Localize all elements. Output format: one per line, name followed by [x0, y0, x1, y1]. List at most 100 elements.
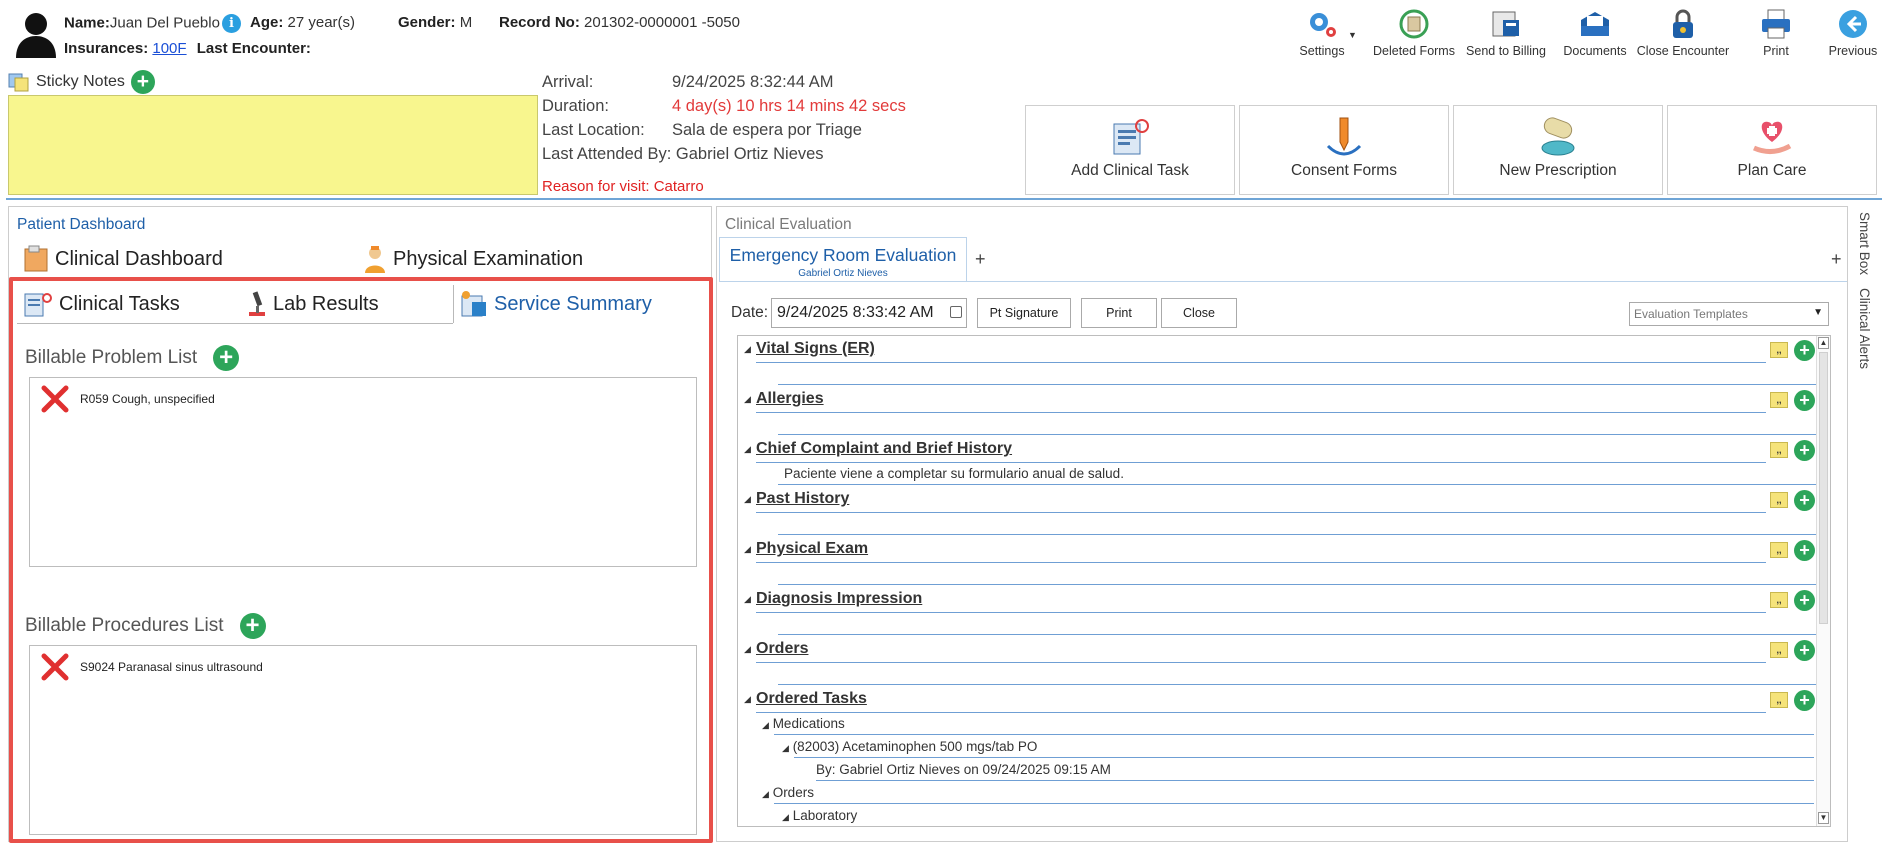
tab-physical-examination[interactable]: Physical Examination — [363, 245, 583, 273]
add-section-item-button[interactable]: + — [1794, 640, 1815, 661]
add-section-item-button[interactable]: + — [1794, 390, 1815, 411]
collapse-triangle-icon[interactable]: ◢ — [744, 344, 751, 355]
pen-icon — [1326, 117, 1362, 156]
add-section-item-button[interactable]: + — [1794, 490, 1815, 511]
add-procedure-button[interactable]: + — [239, 613, 266, 639]
add-clinical-task-label: Add Clinical Task — [1071, 162, 1189, 179]
note-icon[interactable]: ,, — [1770, 342, 1788, 358]
settings-label: Settings — [1299, 44, 1345, 58]
add-problem-button[interactable]: + — [213, 345, 240, 371]
note-icon[interactable]: ,, — [1770, 642, 1788, 658]
note-icon[interactable]: ,, — [1770, 592, 1788, 608]
clinical-alerts-tab[interactable]: Clinical Alerts — [1857, 288, 1872, 369]
settings-dropdown-icon[interactable]: ▼ — [1348, 30, 1357, 40]
add-clinical-task-button[interactable]: Add Clinical Task — [1025, 105, 1235, 195]
section-vital-signs[interactable]: ◢ Vital Signs (ER) ,, + — [744, 340, 1818, 386]
section-title[interactable]: Chief Complaint and Brief History — [756, 440, 1012, 458]
section-underline — [756, 712, 1766, 713]
reason-for-visit: Reason for visit: Catarro — [542, 178, 704, 195]
problem-item-text: R059 Cough, unspecified — [80, 392, 215, 406]
date-field[interactable]: 9/24/2025 8:33:42 AM — [771, 298, 967, 328]
scrollbar-thumb[interactable] — [1819, 352, 1828, 624]
tab-clinical-dashboard[interactable]: Clinical Dashboard — [23, 245, 223, 273]
note-icon[interactable]: ,, — [1770, 442, 1788, 458]
pt-signature-button[interactable]: Pt Signature — [977, 298, 1071, 328]
collapse-triangle-icon[interactable]: ◢ — [744, 494, 751, 505]
section-title[interactable]: Orders — [756, 640, 808, 658]
collapse-triangle-icon[interactable]: ◢ — [744, 644, 751, 655]
add-section-item-button[interactable]: + — [1794, 340, 1815, 361]
close-encounter-button[interactable]: Close Encounter — [1628, 8, 1738, 58]
send-to-billing-button[interactable]: Send to Billing — [1456, 8, 1556, 58]
info-icon[interactable]: i — [221, 14, 241, 33]
section-title[interactable]: Past History — [756, 490, 849, 508]
new-prescription-button[interactable]: New Prescription — [1453, 105, 1663, 195]
consent-forms-button[interactable]: Consent Forms — [1239, 105, 1449, 195]
subtab-clinical-tasks[interactable]: Clinical Tasks — [17, 285, 231, 323]
tab-emergency-room-evaluation[interactable]: Emergency Room Evaluation Gabriel Ortiz … — [719, 237, 967, 281]
scroll-up-icon[interactable]: ▲ — [1818, 337, 1829, 349]
sticky-notes-area[interactable] — [8, 95, 538, 195]
section-title[interactable]: Allergies — [756, 390, 824, 408]
add-section-item-button[interactable]: + — [1794, 440, 1815, 461]
collapse-triangle-icon[interactable]: ◢ — [744, 394, 751, 405]
documents-button[interactable]: Documents — [1550, 8, 1640, 58]
evaluation-templates-select[interactable]: Evaluation Templates ▼ — [1629, 302, 1829, 326]
add-tab-button[interactable]: + — [975, 249, 986, 270]
add-section-item-button[interactable]: + — [1794, 690, 1815, 711]
add-section-item-button[interactable]: + — [1794, 590, 1815, 611]
add-tab-right-button[interactable]: + — [1831, 249, 1842, 270]
tree-underline — [816, 780, 1814, 781]
collapse-triangle-icon[interactable]: ◢ — [744, 594, 751, 605]
collapse-triangle-icon[interactable]: ◢ — [744, 544, 751, 555]
close-encounter-label: Close Encounter — [1636, 44, 1730, 58]
section-title[interactable]: Diagnosis Impression — [756, 590, 922, 608]
section-ordered-tasks[interactable]: ◢ Ordered Tasks ,, + — [744, 690, 1815, 716]
sticky-notes-title: Sticky Notes — [36, 73, 125, 90]
section-physical-exam[interactable]: ◢ Physical Exam ,, + — [744, 540, 1818, 586]
tree-medications[interactable]: ◢ Medications — [762, 716, 845, 731]
tree-med-item[interactable]: ◢ (82003) Acetaminophen 500 mgs/tab PO — [782, 739, 1037, 754]
section-title[interactable]: Ordered Tasks — [756, 690, 867, 708]
add-sticky-note-button[interactable]: + — [130, 70, 155, 94]
tree-orders[interactable]: ◢ Orders — [762, 785, 814, 800]
section-title[interactable]: Vital Signs (ER) — [756, 340, 875, 358]
plan-care-button[interactable]: Plan Care — [1667, 105, 1877, 195]
insurance-link[interactable]: 100F — [152, 40, 186, 57]
collapse-triangle-icon[interactable]: ◢ — [744, 444, 751, 455]
section-orders[interactable]: ◢ Orders ,, + — [744, 640, 1818, 686]
section-title[interactable]: Physical Exam — [756, 540, 868, 558]
add-section-item-button[interactable]: + — [1794, 540, 1815, 561]
print-button[interactable]: Print — [1746, 8, 1806, 58]
remove-x-icon[interactable] — [40, 652, 70, 682]
settings-button[interactable]: Settings — [1294, 8, 1350, 58]
tree-laboratory[interactable]: ◢ Laboratory — [782, 808, 857, 823]
list-item[interactable]: S9024 Paranasal sinus ultrasound — [40, 652, 263, 682]
section-chief-complaint[interactable]: ◢ Chief Complaint and Brief History ,, + … — [744, 440, 1818, 486]
note-icon[interactable]: ,, — [1770, 392, 1788, 408]
previous-button[interactable]: Previous — [1823, 8, 1883, 58]
scroll-down-icon[interactable]: ▼ — [1818, 812, 1829, 824]
sections-scrollbar[interactable]: ▲ ▼ — [1816, 336, 1830, 826]
smart-box-tab[interactable]: Smart Box — [1857, 212, 1872, 275]
section-underline — [756, 412, 1766, 413]
note-icon[interactable]: ,, — [1770, 692, 1788, 708]
collapse-triangle-icon[interactable]: ◢ — [744, 694, 751, 705]
print-evaluation-button[interactable]: Print — [1081, 298, 1157, 328]
section-diagnosis-impression[interactable]: ◢ Diagnosis Impression ,, + — [744, 590, 1818, 636]
gender-block: Gender: M — [398, 14, 472, 31]
close-evaluation-button[interactable]: Close — [1161, 298, 1237, 328]
note-icon[interactable]: ,, — [1770, 542, 1788, 558]
remove-x-icon[interactable] — [40, 384, 70, 414]
list-item[interactable]: R059 Cough, unspecified — [40, 384, 215, 414]
calendar-icon[interactable] — [950, 306, 962, 318]
section-allergies[interactable]: ◢ Allergies ,, + — [744, 390, 1818, 436]
insurance-block: Insurances: 100F Last Encounter: — [64, 40, 311, 57]
subtab-lab-results[interactable]: Lab Results — [241, 285, 441, 323]
section-past-history[interactable]: ◢ Past History ,, + — [744, 490, 1818, 536]
subtab-service-summary[interactable]: Service Summary — [453, 285, 705, 323]
billable-procedures-title: Billable Procedures List — [25, 615, 224, 636]
deleted-forms-button[interactable]: Deleted Forms — [1364, 8, 1464, 58]
arrival-label: Arrival: — [542, 73, 594, 91]
note-icon[interactable]: ,, — [1770, 492, 1788, 508]
